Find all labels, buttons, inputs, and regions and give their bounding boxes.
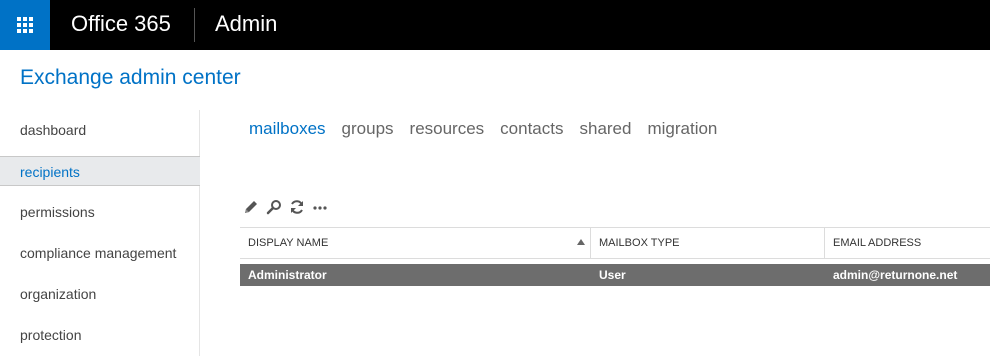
column-header-email-address[interactable]: EMAIL ADDRESS	[833, 228, 983, 258]
refresh-icon	[291, 200, 303, 214]
search-button[interactable]	[264, 197, 284, 217]
left-nav: dashboard recipients permissions complia…	[0, 110, 200, 356]
pencil-icon	[245, 201, 257, 213]
cell-mailbox-type: User	[599, 268, 626, 282]
top-bar: Office 365 Admin	[0, 0, 990, 50]
brand-name[interactable]: Office 365	[71, 11, 171, 37]
edit-button[interactable]	[241, 197, 261, 217]
column-divider[interactable]	[824, 228, 825, 258]
app-title: Admin	[215, 11, 278, 36]
toolbar	[241, 197, 333, 217]
search-icon	[266, 200, 281, 215]
refresh-button[interactable]	[287, 197, 307, 217]
tab-groups[interactable]: groups	[342, 119, 394, 143]
nav-item-organization[interactable]: organization	[0, 279, 200, 309]
top-bar-divider	[194, 8, 195, 42]
nav-item-permissions[interactable]: permissions	[0, 197, 200, 227]
sort-ascending-icon[interactable]	[577, 239, 585, 245]
table-header: DISPLAY NAME MAILBOX TYPE EMAIL ADDRESS	[240, 227, 990, 259]
column-header-mailbox-type[interactable]: MAILBOX TYPE	[599, 228, 819, 258]
app-launcher-button[interactable]	[0, 0, 50, 50]
tab-migration[interactable]: migration	[647, 119, 717, 143]
tab-contacts[interactable]: contacts	[500, 119, 563, 143]
more-icon	[313, 206, 327, 210]
nav-item-protection[interactable]: protection	[0, 320, 200, 350]
tab-bar: mailboxes groups resources contacts shar…	[249, 119, 733, 143]
column-divider[interactable]	[590, 228, 591, 258]
page-title: Exchange admin center	[20, 66, 241, 89]
tab-resources[interactable]: resources	[410, 119, 485, 143]
nav-item-recipients[interactable]: recipients	[0, 156, 200, 186]
nav-item-compliance-management[interactable]: compliance management	[0, 238, 200, 268]
tab-mailboxes[interactable]: mailboxes	[249, 119, 326, 143]
column-header-display-name[interactable]: DISPLAY NAME	[248, 228, 578, 258]
cell-email-address: admin@returnone.net	[833, 268, 958, 282]
mailbox-table: DISPLAY NAME MAILBOX TYPE EMAIL ADDRESS …	[240, 227, 990, 286]
tab-shared[interactable]: shared	[579, 119, 631, 143]
cell-display-name: Administrator	[248, 268, 327, 282]
more-button[interactable]	[310, 197, 330, 217]
nav-item-dashboard[interactable]: dashboard	[0, 115, 200, 145]
table-row[interactable]: Administrator User admin@returnone.net	[240, 264, 990, 286]
waffle-icon	[17, 17, 33, 33]
